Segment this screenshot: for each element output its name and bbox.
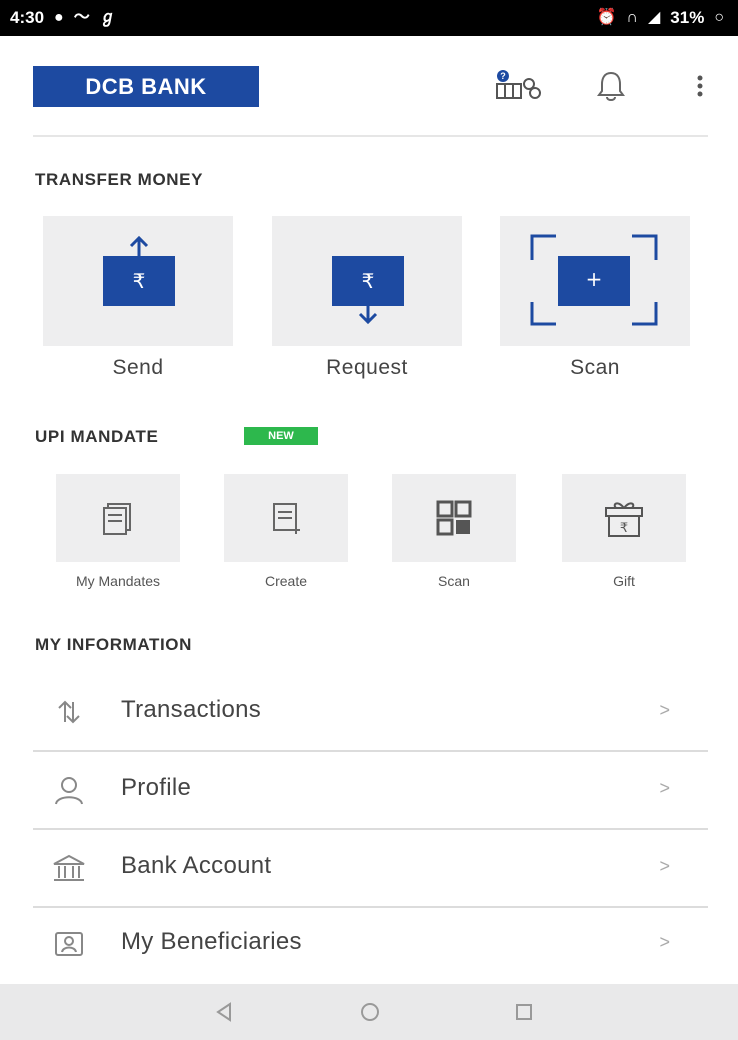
bank-logo: DCB BANK: [33, 66, 259, 107]
create-label: Create: [264, 573, 308, 589]
gift-label: Gift: [613, 573, 635, 589]
svg-text:₹: ₹: [620, 521, 628, 536]
gift-tile[interactable]: ₹: [562, 474, 686, 562]
chat-notification-icon: ●: [54, 9, 64, 26]
upi-mandate-heading: UPI MANDATE: [35, 427, 159, 446]
support-icon[interactable]: ?: [489, 66, 545, 106]
status-bar: 4:30 ● 〜 ℊ ⏰ ∩ ◢ 31% ○: [0, 0, 738, 36]
create-mandate-tile[interactable]: [224, 474, 348, 562]
bell-icon[interactable]: [590, 66, 632, 106]
create-mandate-icon: [273, 503, 300, 534]
my-mandates-tile[interactable]: [56, 474, 180, 562]
battery-percent: 31%: [670, 8, 705, 27]
home-icon[interactable]: [354, 996, 386, 1028]
recents-icon[interactable]: [508, 996, 540, 1028]
scan-mandate-label: Scan: [438, 573, 470, 589]
back-icon[interactable]: [208, 996, 240, 1028]
transactions-row[interactable]: Transactions >: [33, 674, 708, 751]
app-bar: DCB BANK ?: [0, 36, 738, 136]
chevron-right-icon: >: [659, 778, 670, 798]
app-notification-icon: ℊ: [99, 9, 116, 26]
request-money-icon: ₹: [332, 256, 404, 325]
beneficiaries-icon: [51, 926, 87, 962]
send-label: Send: [112, 356, 164, 379]
qr-code-icon: [436, 500, 472, 536]
chevron-right-icon: >: [659, 932, 670, 952]
signal-icon: ◢: [647, 9, 661, 26]
system-nav-bar: [0, 984, 738, 1040]
battery-icon: ○: [714, 9, 724, 26]
mandates-icon: [103, 503, 131, 535]
new-badge: NEW: [244, 427, 318, 445]
scan-qr-icon: +: [530, 234, 658, 326]
bank-icon: [51, 850, 87, 886]
svg-text:?: ?: [500, 71, 506, 81]
alarm-icon: ⏰: [596, 9, 617, 26]
bank-account-row[interactable]: Bank Account >: [33, 830, 708, 907]
activity-icon: 〜: [73, 9, 90, 26]
transactions-icon: [51, 694, 87, 730]
request-label: Request: [326, 356, 408, 379]
more-vert-icon[interactable]: [688, 66, 712, 106]
svg-text:₹: ₹: [362, 269, 375, 293]
chevron-right-icon: >: [659, 700, 670, 720]
my-mandates-label: My Mandates: [75, 573, 161, 589]
my-information-heading: MY INFORMATION: [35, 635, 192, 654]
status-time: 4:30: [10, 8, 45, 27]
headset-icon: ∩: [626, 9, 638, 26]
bank-account-label: Bank Account: [121, 852, 272, 879]
svg-text:+: +: [586, 267, 603, 291]
transactions-label: Transactions: [121, 696, 262, 723]
scan-label: Scan: [570, 356, 620, 379]
profile-row[interactable]: Profile >: [33, 752, 708, 829]
request-tile[interactable]: ₹: [272, 216, 462, 346]
profile-icon: [51, 772, 87, 808]
header-divider: [33, 135, 708, 137]
beneficiaries-label: My Beneficiaries: [121, 928, 302, 955]
send-money-icon: ₹: [103, 235, 175, 306]
svg-text:₹: ₹: [133, 269, 146, 293]
send-tile[interactable]: ₹: [43, 216, 233, 346]
chevron-right-icon: >: [659, 856, 670, 876]
profile-label: Profile: [121, 774, 192, 801]
beneficiaries-row[interactable]: My Beneficiaries >: [33, 906, 708, 983]
scan-mandate-tile[interactable]: [392, 474, 516, 562]
scan-tile[interactable]: +: [500, 216, 690, 346]
gift-icon: ₹: [605, 502, 643, 537]
transfer-money-heading: TRANSFER MONEY: [35, 170, 204, 189]
